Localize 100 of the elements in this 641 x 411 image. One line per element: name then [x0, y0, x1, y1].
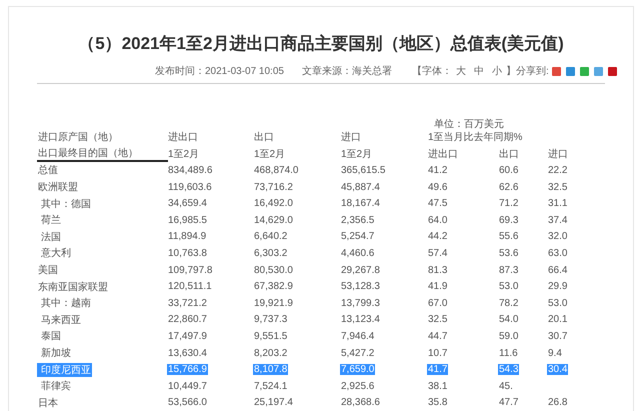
table-cell: 16,985.5 [167, 214, 208, 226]
table-cell: 19,921.9 [253, 298, 294, 309]
table-cell: 18,167.4 [340, 198, 381, 210]
table-cell: 9.4 [547, 348, 563, 359]
share-icon[interactable] [552, 66, 561, 76]
table-cell: 119,603.6 [167, 182, 213, 193]
table-cell: 365,615.5 [340, 164, 386, 176]
table-cell: 30.7 [547, 330, 568, 342]
table-cell: 35.8 [427, 397, 448, 408]
table-cell: 31.1 [547, 198, 568, 210]
column-header: 出口 [253, 130, 275, 144]
table-cell-text: 美国 [37, 264, 59, 278]
table-cell: 15,766.9 [167, 364, 208, 376]
table-cell: 55.6 [498, 231, 520, 242]
table-cell: 13,799.3 [340, 298, 381, 309]
table-cell: 81.3 [427, 264, 448, 276]
table-cell: 53,128.3 [340, 281, 381, 292]
table-cell: 53.0 [498, 281, 520, 292]
table-cell: 6,640.2 [253, 231, 288, 242]
table-cell-text: 法国 [40, 230, 62, 244]
table-cell: 47.7 [498, 397, 520, 408]
table-cell: 47.5 [427, 198, 448, 210]
table-cell: 16,492.0 [253, 198, 294, 210]
table-cell: 32.5 [547, 182, 568, 193]
table-cell: 22,860.7 [167, 314, 208, 326]
share-label: 分享到: [516, 64, 549, 78]
column-header: 进口原产国（地） [37, 130, 119, 144]
table-cell: 87.3 [498, 264, 520, 276]
table-cell: 30.4 [547, 364, 568, 376]
table-cell: 25,197.4 [253, 397, 294, 408]
table-cell: 80,530.0 [253, 264, 294, 276]
table-cell: 49.6 [427, 182, 448, 193]
table-cell-text: 总值 [37, 164, 59, 178]
column-header: 进出口 [167, 130, 199, 144]
table-cell: 53,566.0 [167, 397, 208, 408]
table-cell: 67,382.9 [253, 281, 294, 292]
table-cell: 41.9 [427, 281, 448, 292]
font-size-link[interactable]: 中 [474, 64, 484, 78]
table-cell: 78.2 [498, 298, 520, 309]
table-cell: 71.2 [498, 198, 520, 210]
table-cell: 37.4 [547, 214, 568, 226]
table-cell: 66.4 [547, 264, 568, 276]
table-cell: 26.8 [547, 397, 568, 408]
share-icon[interactable] [594, 66, 603, 76]
table-cell: 7,524.1 [253, 380, 288, 392]
table-cell: 57.4 [427, 248, 448, 259]
table-cell: 38.1 [427, 380, 448, 392]
table-cell: 8,107.8 [253, 364, 288, 376]
table-cell: 11.6 [498, 348, 519, 359]
table-cell: 59.0 [498, 330, 520, 342]
table-cell: 2,925.6 [340, 380, 376, 392]
table-cell: 62.6 [498, 182, 520, 193]
share-icon[interactable] [580, 66, 589, 76]
column-header: 出口最终目的国（地） [37, 146, 168, 162]
table-cell: 10,449.7 [167, 380, 208, 392]
table-cell: 54.0 [498, 314, 520, 326]
table-cell: 10,763.8 [167, 248, 208, 259]
table-cell: 29,267.8 [340, 264, 381, 276]
bracket-text: 】 [506, 64, 516, 78]
table-cell: 63.0 [547, 248, 568, 259]
table-cell: 5,254.7 [340, 231, 376, 242]
table-cell: 7,659.0 [340, 364, 376, 376]
column-header: 1至2月 [253, 148, 286, 161]
table-cell-text: 菲律宾 [40, 380, 72, 394]
table-cell: 7,946.4 [340, 330, 376, 342]
table-cell: 120,511.1 [167, 281, 213, 292]
table-cell: 5,427.2 [340, 348, 376, 359]
table-cell: 22.2 [547, 164, 568, 176]
table-cell-text: 新加坡 [40, 346, 72, 360]
table-cell: 2,356.5 [340, 214, 376, 226]
table-cell: 33,721.2 [167, 298, 208, 309]
table-cell: 10.7 [427, 348, 448, 359]
table-cell: 41.7 [427, 364, 448, 376]
table-cell: 53.0 [547, 298, 568, 309]
share-icon[interactable] [608, 66, 617, 76]
table-cell-text: 荷兰 [40, 214, 62, 228]
table-cell: 468,874.0 [253, 164, 300, 176]
table-cell-text: 东南亚国家联盟 [37, 280, 109, 294]
table-cell-text: 其中：越南 [40, 296, 92, 310]
column-header: 进出口 [427, 148, 459, 161]
table-cell: 67.0 [427, 298, 448, 309]
table-cell: 13,630.4 [167, 348, 208, 359]
column-header: 1至当月比去年同期% [427, 130, 524, 144]
font-size-link[interactable]: 小 [492, 64, 502, 78]
column-header: 出口 [498, 148, 520, 161]
table-cell: 109,797.8 [167, 264, 214, 276]
table-cell: 64.0 [427, 214, 448, 226]
page-title: （5）2021年1至2月进出口商品主要国别（地区）总值表(美元值) [77, 33, 565, 55]
table-cell: 32.0 [547, 231, 568, 242]
table-cell-text: 日本 [37, 396, 59, 410]
table-cell: 9,551.5 [253, 330, 288, 342]
font-size-link[interactable]: 大 [456, 64, 466, 78]
table-cell: 834,489.6 [167, 164, 214, 176]
table-cell: 4,460.6 [340, 248, 376, 259]
column-header: 进口 [340, 130, 362, 144]
column-header: 进口 [547, 148, 569, 161]
publish-time: 发布时间：2021-03-07 10:05 [155, 64, 284, 78]
share-icon[interactable] [566, 66, 575, 76]
table-cell: 54.3 [498, 364, 520, 376]
table-cell: 13,123.4 [340, 314, 381, 326]
